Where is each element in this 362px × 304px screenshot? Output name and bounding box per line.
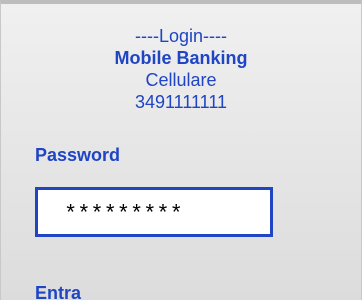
- bank-name: Mobile Banking: [114, 48, 248, 68]
- phone-label: Cellulare: [145, 70, 217, 90]
- enter-button[interactable]: Entra: [35, 282, 81, 304]
- login-heading: ----Login----: [135, 26, 227, 46]
- phone-number: 3491111111: [134, 92, 228, 112]
- login-panel: ----Login---- Mobile Banking Cellulare 3…: [0, 0, 362, 303]
- password-label: Password: [35, 145, 121, 165]
- login-header: ----Login---- Mobile Banking Cellulare 3…: [1, 25, 361, 113]
- password-value: *********: [64, 202, 183, 227]
- password-field[interactable]: *********: [35, 187, 273, 237]
